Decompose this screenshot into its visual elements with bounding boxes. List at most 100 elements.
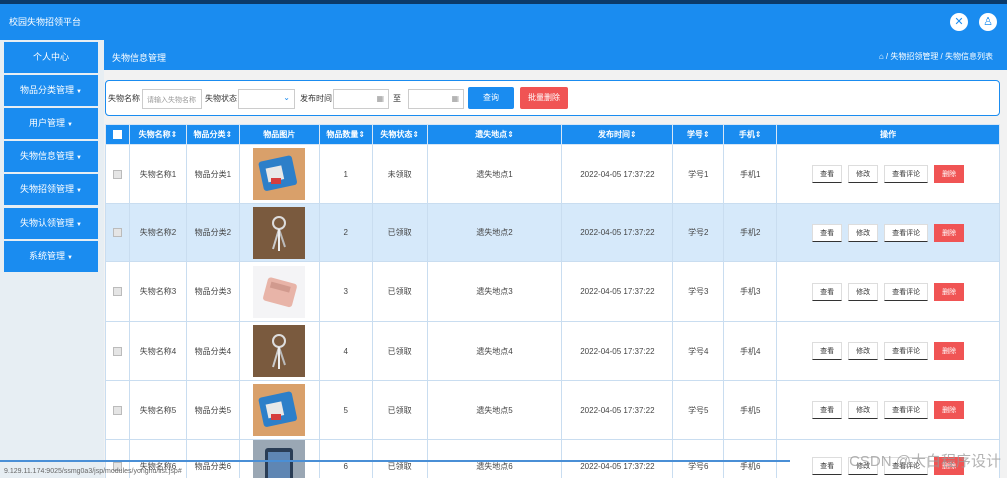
cell-student-no: 学号4 [672,321,725,381]
view-button[interactable]: 查看 [812,282,843,301]
sidebar-item-found[interactable]: 失物招领管理 ▼ [4,174,98,205]
sidebar-item-personal-center[interactable]: 个人中心 [4,42,98,73]
row-checkbox[interactable] [112,405,122,415]
batch-delete-button[interactable]: 批量删除 [520,87,568,109]
cell-image [238,321,320,381]
item-photo-keys [253,325,306,377]
row-checkbox[interactable] [112,346,122,356]
end-date-input[interactable]: ▦ [408,89,464,109]
item-photo-bag [253,148,306,200]
edit-button[interactable]: 修改 [848,223,879,242]
edit-button[interactable]: 修改 [848,282,879,301]
cell-status: 已领取 [371,203,428,262]
select-all-cell[interactable] [105,124,130,145]
app-title: 校园失物招领平台 [9,17,82,27]
table-row[interactable]: 失物名称5 物品分类5 5 已领取 遗失地点5 2022-04-05 17:37:22 学号… [105,380,1000,440]
delete-button[interactable]: 删除 [934,282,965,301]
close-icon[interactable]: ✕ [950,13,968,31]
edit-button[interactable]: 修改 [848,342,879,360]
view-button[interactable]: 查看 [812,223,843,242]
view-comments-button[interactable]: 查看评论 [884,342,929,360]
status-label: 失物状态 [205,94,237,103]
sidebar-item-lost-info[interactable]: 失物信息管理 ▼ [4,141,98,172]
sidebar-item-label: 失物认领管理 [20,218,75,228]
sidebar-item-claim[interactable]: 失物认领管理 ▼ [4,208,98,239]
row-checkbox[interactable] [112,287,122,297]
cell-student-no: 学号5 [672,380,725,440]
sidebar-item-system[interactable]: 系统管理 ▼ [4,241,98,272]
sidebar-item-label: 物品分类管理 [20,85,75,95]
column-header[interactable]: 物品数量⇕ [318,124,373,145]
chevron-down-icon: ▼ [67,255,73,261]
delete-button[interactable]: 删除 [934,223,965,242]
row-select-cell[interactable] [105,203,130,262]
cell-qty: 3 [318,261,373,322]
horizontal-scrollbar[interactable] [0,460,790,462]
row-checkbox[interactable] [112,228,122,238]
lost-items-table: 失物名称⇕ 物品分类⇕ 物品图片 物品数量⇕ 失物状态⇕ 遗失地点⇕ 发布时间⇕… [105,124,1000,478]
column-header[interactable]: 手机⇕ [723,124,778,145]
sidebar-item-users[interactable]: 用户管理 ▼ [4,108,98,139]
column-header[interactable]: 学号⇕ [672,124,725,145]
column-header[interactable]: 失物状态⇕ [371,124,428,145]
cell-time: 2022-04-05 17:37:22 [561,144,674,204]
cell-image [238,144,320,204]
edit-button[interactable]: 修改 [848,165,879,183]
column-header[interactable]: 物品分类⇕ [185,124,240,145]
cell-phone: 手机2 [723,203,778,262]
status-select[interactable]: ⌄ [238,89,295,109]
cell-image [238,380,320,440]
view-button[interactable]: 查看 [812,165,843,183]
delete-button[interactable]: 删除 [934,165,965,183]
sidebar-item-label: 个人中心 [32,52,69,62]
cell-phone: 手机4 [723,321,778,381]
cell-actions: 查看 修改 查看评论 删除 [776,380,1000,440]
column-header: 操作 [776,124,1000,145]
table-row[interactable]: 失物名称3 物品分类3 3 已领取 遗失地点3 2022-04-05 17:37:22 学号… [105,261,1000,322]
row-select-cell[interactable] [105,380,130,440]
delete-button[interactable]: 删除 [934,342,965,360]
column-header[interactable]: 失物名称⇕ [128,124,187,145]
chevron-down-icon: ▼ [76,89,82,95]
cell-student-no: 学号6 [672,439,725,478]
view-comments-button[interactable]: 查看评论 [884,165,929,183]
start-date-input[interactable]: ▦ [333,89,389,109]
view-button[interactable]: 查看 [812,457,843,475]
select-all-checkbox[interactable] [112,130,122,140]
view-button[interactable]: 查看 [812,401,843,419]
breadcrumb[interactable]: ⌂ / 失物招领管理 / 失物信息列表 [879,51,993,62]
item-photo-keys [253,206,306,259]
table-row[interactable]: 失物名称4 物品分类4 4 已领取 遗失地点4 2022-04-05 17:37:22 学号… [105,321,1000,381]
cell-phone: 手机1 [723,144,778,204]
name-search-input[interactable]: 请输入失物名称 [142,89,202,109]
table-row[interactable]: 失物名称1 物品分类1 1 未领取 遗失地点1 2022-04-05 17:37:22 学号… [105,144,1000,204]
view-comments-button[interactable]: 查看评论 [884,401,929,419]
chevron-down-icon: ▼ [76,222,82,228]
sidebar-item-category[interactable]: 物品分类管理 ▼ [4,75,98,106]
chevron-down-icon: ▼ [67,122,73,128]
cell-phone: 手机5 [723,380,778,440]
cell-name: 失物名称5 [128,380,187,440]
row-select-cell[interactable] [105,261,130,322]
sidebar-item-label: 失物信息管理 [20,151,75,161]
delete-button[interactable]: 删除 [934,401,965,419]
user-icon[interactable]: ♙ [979,13,997,31]
main-header: 失物信息管理 ⌂ / 失物招领管理 / 失物信息列表 [104,40,1007,70]
row-select-cell[interactable] [105,144,130,204]
row-checkbox[interactable] [112,169,122,179]
column-header[interactable]: 发布时间⇕ [561,124,674,145]
column-header[interactable]: 遗失地点⇕ [426,124,563,145]
edit-button[interactable]: 修改 [848,401,879,419]
row-select-cell[interactable] [105,321,130,381]
cell-student-no: 学号1 [672,144,725,204]
cell-category: 物品分类4 [185,321,240,381]
chevron-down-icon: ▼ [76,188,82,194]
view-comments-button[interactable]: 查看评论 [884,223,929,242]
query-button[interactable]: 查询 [468,87,514,109]
view-button[interactable]: 查看 [812,342,843,360]
cell-name: 失物名称2 [128,203,187,262]
sidebar-item-label: 失物招领管理 [20,184,75,194]
table-row[interactable]: 失物名称2 物品分类2 2 已领取 遗失地点2 2022-04-05 17:37:22 学号… [105,203,1000,262]
chevron-down-icon: ▼ [76,155,82,161]
view-comments-button[interactable]: 查看评论 [884,282,929,301]
